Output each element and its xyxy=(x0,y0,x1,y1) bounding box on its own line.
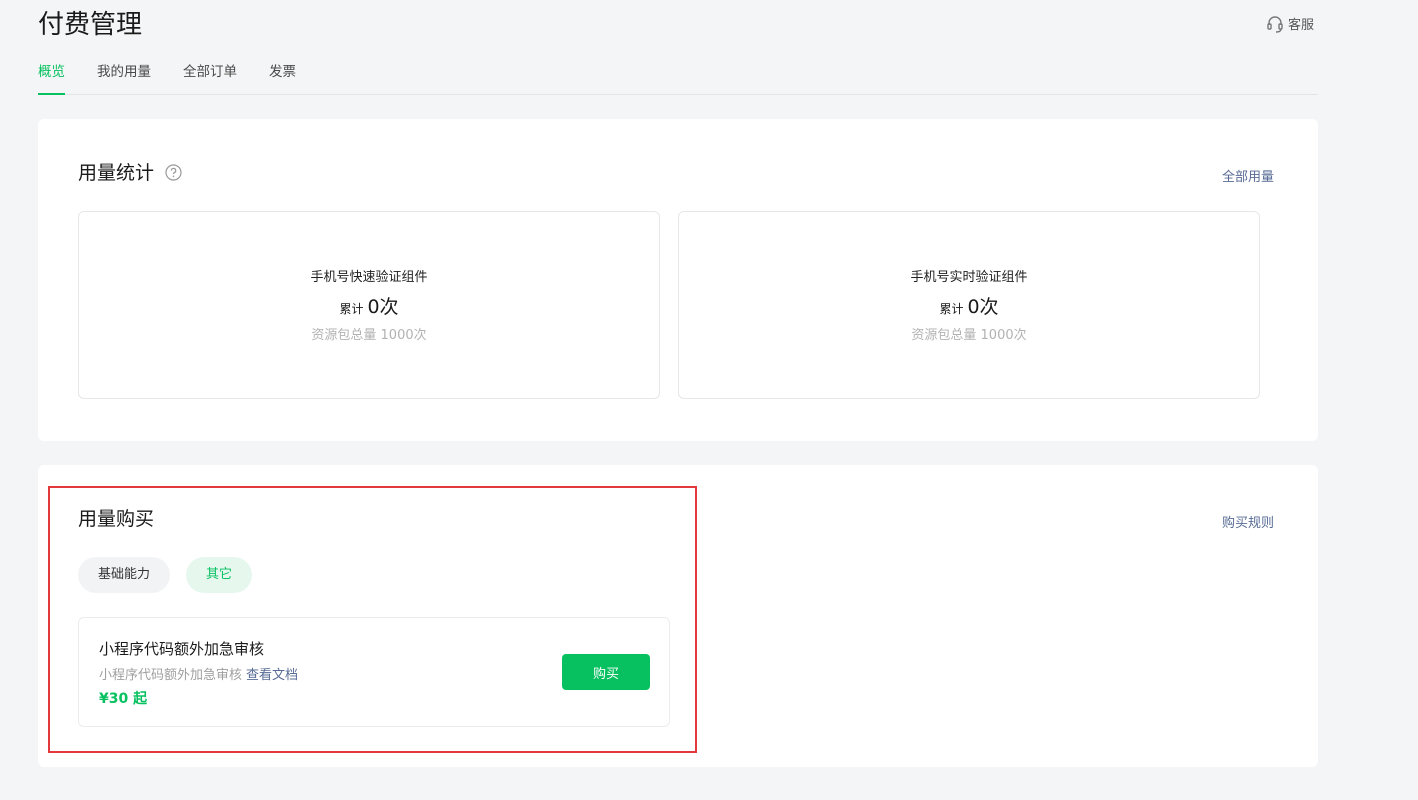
product-description: 小程序代码额外加急审核 查看文档 xyxy=(99,664,298,683)
filter-other[interactable]: 其它 xyxy=(186,557,253,593)
stat-total: 资源包总量 1000次 xyxy=(311,328,427,343)
headset-icon xyxy=(1266,15,1284,33)
usage-purchase-title: 用量购买 xyxy=(78,508,155,530)
stat-count-value: 0次 xyxy=(967,296,999,318)
usage-stat-box: 手机号实时验证组件 累计 0次 资源包总量 1000次 xyxy=(678,211,1260,399)
page-title: 付费管理 xyxy=(38,10,143,40)
tab-all-orders[interactable]: 全部订单 xyxy=(183,56,237,94)
stat-name: 手机号快速验证组件 xyxy=(310,270,428,285)
stat-count-prefix: 累计 xyxy=(339,302,364,316)
tab-invoices[interactable]: 发票 xyxy=(269,56,296,94)
stat-name: 手机号实时验证组件 xyxy=(910,270,1028,285)
support-button[interactable]: 客服 xyxy=(1266,14,1314,33)
support-label: 客服 xyxy=(1288,18,1315,33)
stat-count: 累计 0次 xyxy=(79,292,659,319)
stat-total: 资源包总量 1000次 xyxy=(911,328,1027,343)
view-docs-link[interactable]: 查看文档 xyxy=(246,668,298,683)
tab-bar: 概览 我的用量 全部订单 发票 xyxy=(38,56,1318,95)
filter-basic-capability[interactable]: 基础能力 xyxy=(78,557,171,593)
purchase-rules-link[interactable]: 购买规则 xyxy=(1222,512,1378,531)
usage-stats-title: 用量统计 xyxy=(78,162,155,184)
tab-overview[interactable]: 概览 xyxy=(38,56,65,95)
product-price: ¥30 起 xyxy=(99,691,148,707)
stat-count: 累计 0次 xyxy=(679,292,1259,319)
usage-stat-box: 手机号快速验证组件 累计 0次 资源包总量 1000次 xyxy=(78,211,660,399)
question-circle-icon[interactable] xyxy=(165,164,182,185)
buy-button[interactable]: 购买 xyxy=(562,654,650,690)
all-usage-link[interactable]: 全部用量 xyxy=(1222,166,1378,185)
tab-my-usage[interactable]: 我的用量 xyxy=(97,56,151,94)
stat-count-prefix: 累计 xyxy=(939,302,964,316)
product-card: 小程序代码额外加急审核 小程序代码额外加急审核 查看文档 ¥30 起 购买 xyxy=(78,617,670,727)
product-description-text: 小程序代码额外加急审核 xyxy=(99,668,243,683)
product-name: 小程序代码额外加急审核 xyxy=(99,640,265,658)
billing-page: 付费管理 客服 概览 我的用量 全部订单 发票 用量统计 全部用量 手机号快速验… xyxy=(0,0,1418,800)
stat-count-value: 0次 xyxy=(367,296,399,318)
